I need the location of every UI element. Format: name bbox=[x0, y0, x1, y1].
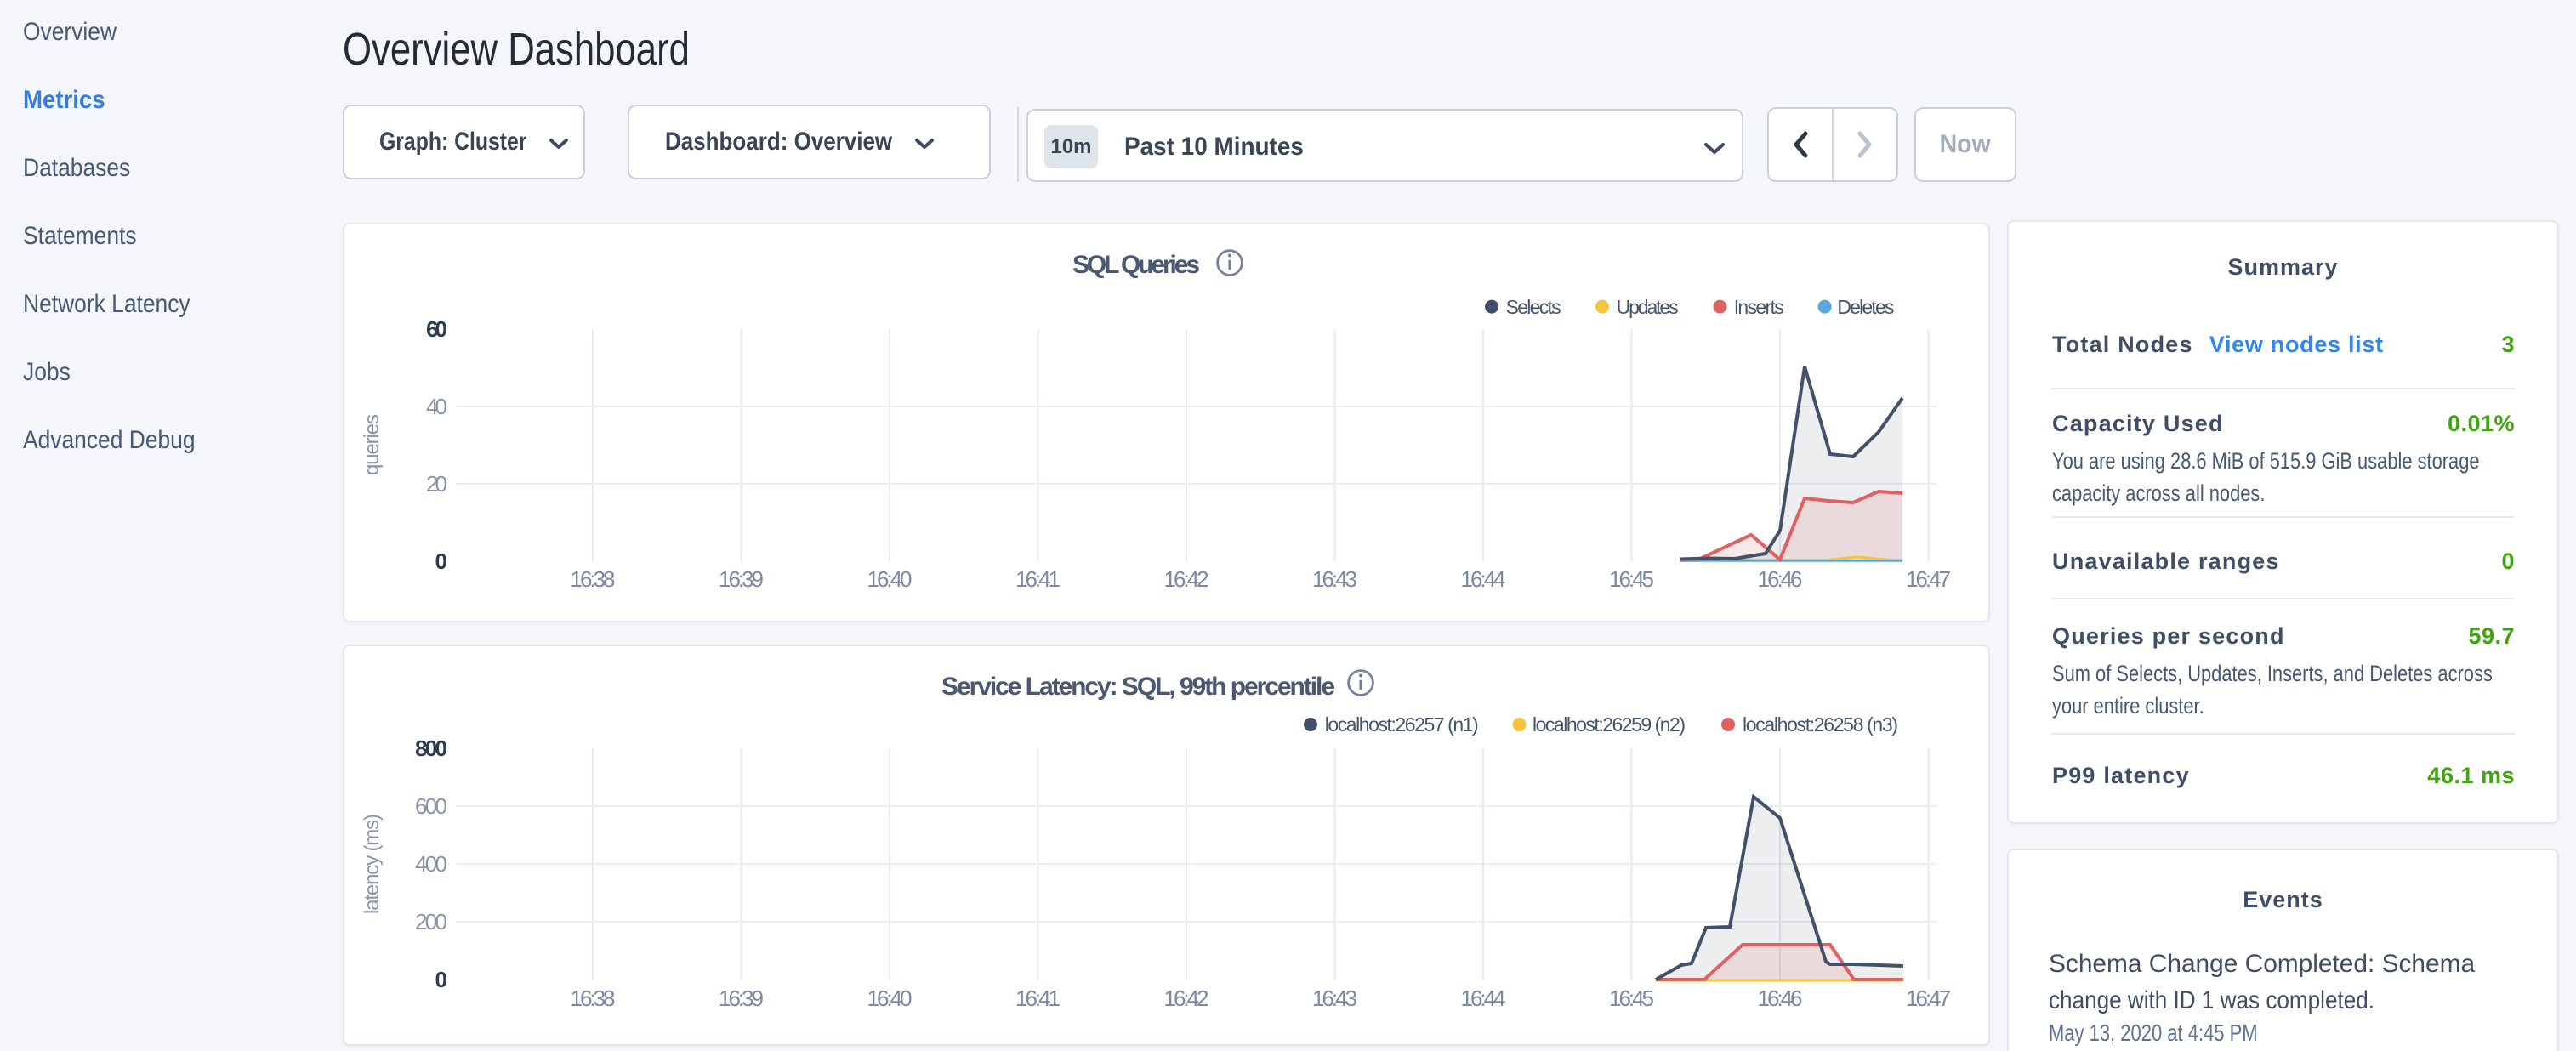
svg-text:localhost:26257 (n1): localhost:26257 (n1) bbox=[1325, 713, 1479, 736]
svg-text:Service Latency: SQL, 99th per: Service Latency: SQL, 99th percentile bbox=[941, 673, 1335, 701]
svg-text:40: 40 bbox=[426, 394, 447, 419]
svg-text:800: 800 bbox=[415, 736, 447, 761]
svg-text:Deletes: Deletes bbox=[1837, 296, 1894, 318]
svg-text:16:43: 16:43 bbox=[1312, 986, 1357, 1011]
svg-text:16:38: 16:38 bbox=[571, 986, 616, 1011]
svg-text:16:38: 16:38 bbox=[571, 566, 616, 592]
svg-text:16:40: 16:40 bbox=[867, 986, 913, 1011]
svg-text:16:44: 16:44 bbox=[1461, 566, 1506, 592]
svg-text:latency (ms): latency (ms) bbox=[361, 814, 384, 914]
svg-text:600: 600 bbox=[415, 793, 447, 819]
svg-text:16:39: 16:39 bbox=[719, 566, 764, 592]
svg-text:16:46: 16:46 bbox=[1758, 566, 1803, 592]
svg-text:200: 200 bbox=[415, 909, 447, 935]
svg-text:16:39: 16:39 bbox=[719, 986, 764, 1011]
svg-text:localhost:26259 (n2): localhost:26259 (n2) bbox=[1533, 713, 1686, 736]
svg-text:16:46: 16:46 bbox=[1758, 986, 1803, 1011]
svg-text:Inserts: Inserts bbox=[1734, 296, 1784, 318]
svg-text:20: 20 bbox=[426, 471, 447, 497]
svg-text:16:42: 16:42 bbox=[1164, 566, 1209, 592]
svg-text:SQL Queries: SQL Queries bbox=[1072, 251, 1200, 279]
svg-text:16:43: 16:43 bbox=[1312, 566, 1357, 592]
svg-text:0: 0 bbox=[435, 967, 447, 992]
svg-text:16:44: 16:44 bbox=[1461, 986, 1506, 1011]
svg-text:16:40: 16:40 bbox=[867, 566, 913, 592]
svg-text:400: 400 bbox=[415, 851, 447, 877]
svg-text:16:47: 16:47 bbox=[1906, 566, 1951, 592]
svg-text:16:42: 16:42 bbox=[1164, 986, 1209, 1011]
svg-text:60: 60 bbox=[426, 316, 447, 342]
svg-text:16:41: 16:41 bbox=[1015, 986, 1061, 1011]
svg-text:16:47: 16:47 bbox=[1906, 986, 1951, 1011]
svg-text:0: 0 bbox=[435, 548, 447, 574]
svg-text:Selects: Selects bbox=[1506, 296, 1561, 318]
svg-text:16:41: 16:41 bbox=[1015, 566, 1061, 592]
svg-text:16:45: 16:45 bbox=[1609, 566, 1654, 592]
svg-text:localhost:26258 (n3): localhost:26258 (n3) bbox=[1743, 713, 1898, 736]
svg-text:queries: queries bbox=[361, 414, 384, 475]
svg-text:16:45: 16:45 bbox=[1609, 986, 1654, 1011]
svg-text:Updates: Updates bbox=[1617, 296, 1679, 318]
